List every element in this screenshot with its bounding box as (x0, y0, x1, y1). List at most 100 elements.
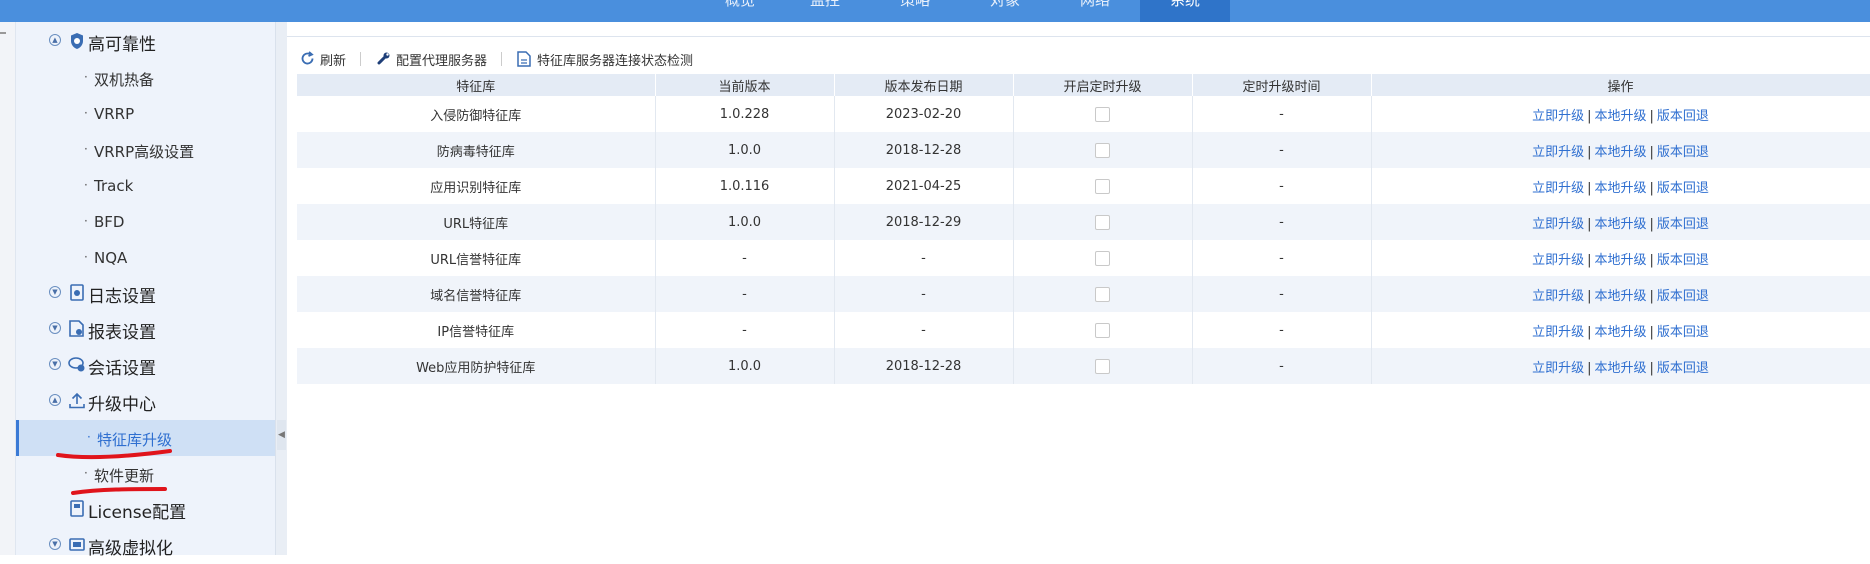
sidebar: ▲ 高可靠性 · 双机热备 · VRRP · VRRP高级设置 · Track … (16, 22, 275, 559)
signature-name-cell: URL特征库 (297, 204, 656, 240)
scheduled-upgrade-checkbox[interactable] (1095, 178, 1110, 194)
refresh-icon (299, 51, 315, 67)
upgrade-now-link[interactable]: 立即升级 (1532, 253, 1584, 268)
actions-cell: 立即升级 | 本地升级 | 版本回退 (1371, 168, 1870, 204)
scheduled-upgrade-checkbox[interactable] (1095, 286, 1110, 302)
scheduled-upgrade-checkbox[interactable] (1095, 106, 1110, 122)
sidebar-splitter[interactable]: ◀ (275, 22, 287, 555)
tab-network[interactable]: 网络 (1060, 0, 1130, 22)
action-separator: | (1587, 144, 1592, 160)
upgrade-now-link[interactable]: 立即升级 (1532, 217, 1584, 232)
scheduled-upgrade-checkbox[interactable] (1095, 214, 1110, 230)
action-separator: | (1649, 216, 1654, 232)
scheduled-upgrade-cell (1013, 132, 1193, 168)
sidebar-item-dual-hot-standby[interactable]: · 双机热备 (16, 60, 275, 96)
sidebar-group-session-settings[interactable]: ▼ 会话设置 (16, 348, 275, 384)
version-rollback-link[interactable]: 版本回退 (1657, 253, 1709, 268)
sidebar-group-label: License配置 (88, 503, 187, 523)
top-nav-bar: 概览 监控 策略 对象 网络 系统 (0, 0, 1870, 22)
version-rollback-link[interactable]: 版本回退 (1657, 289, 1709, 304)
collapse-sidebar-icon[interactable]: ◀ (277, 420, 286, 450)
session-icon (68, 356, 85, 375)
scheduled-upgrade-cell (1013, 240, 1193, 276)
configure-proxy-button[interactable]: 配置代理服务器 (375, 50, 487, 69)
expand-arrow-icon[interactable]: ▼ (49, 538, 61, 550)
tab-object[interactable]: 对象 (970, 0, 1040, 22)
table-row: 防病毒特征库 1.0.0 2018-12-28- 立即升级 | 本地升级 | 版本回退 (297, 132, 1870, 168)
sidebar-group-label: 升级中心 (88, 395, 156, 415)
column-header[interactable]: 特征库 (297, 74, 656, 96)
local-upgrade-link[interactable]: 本地升级 (1594, 325, 1646, 340)
sidebar-group-upgrade-center[interactable]: ▲ 升级中心 (16, 384, 275, 420)
refresh-button[interactable]: 刷新 (299, 50, 346, 69)
sidebar-item-signature-upgrade[interactable]: · 特征库升级 (16, 420, 275, 456)
sidebar-item-software-update[interactable]: · 软件更新 (16, 456, 275, 492)
column-header[interactable]: 定时升级时间 (1192, 74, 1372, 96)
table-header-row: 特征库 当前版本 版本发布日期 开启定时升级 定时升级时间 操作 (297, 74, 1870, 96)
local-upgrade-link[interactable]: 本地升级 (1594, 217, 1646, 232)
sidebar-group-log-settings[interactable]: ▼ 日志设置 (16, 276, 275, 312)
version-rollback-link[interactable]: 版本回退 (1657, 145, 1709, 160)
local-upgrade-link[interactable]: 本地升级 (1594, 181, 1646, 196)
column-header[interactable]: 操作 (1371, 74, 1870, 96)
expand-arrow-icon[interactable]: ▼ (49, 322, 61, 334)
toolbar-divider (501, 52, 503, 66)
local-upgrade-link[interactable]: 本地升级 (1594, 145, 1646, 160)
sidebar-group-license[interactable]: License配置 (16, 492, 275, 528)
sidebar-item-vrrp-advanced[interactable]: · VRRP高级设置 (16, 132, 275, 168)
version-rollback-link[interactable]: 版本回退 (1657, 181, 1709, 196)
current-version-cell: - (655, 276, 835, 312)
signature-name-cell: IP信誉特征库 (297, 312, 656, 348)
tab-system[interactable]: 系统 (1140, 0, 1230, 22)
upgrade-now-link[interactable]: 立即升级 (1532, 361, 1584, 376)
local-upgrade-link[interactable]: 本地升级 (1594, 253, 1646, 268)
scheduled-upgrade-checkbox[interactable] (1095, 142, 1110, 158)
version-rollback-link[interactable]: 版本回退 (1657, 325, 1709, 340)
collapse-arrow-icon[interactable]: ▲ (49, 34, 61, 46)
current-version-cell: 1.0.0 (655, 132, 835, 168)
connection-check-button[interactable]: 特征库服务器连接状态检测 (516, 50, 693, 69)
sidebar-item-nqa[interactable]: · NQA (16, 240, 275, 276)
bullet-dot-icon: · (84, 214, 88, 228)
expand-arrow-icon[interactable]: ▼ (49, 286, 61, 298)
sidebar-item-bfd[interactable]: · BFD (16, 204, 275, 240)
tab-policy[interactable]: 策略 (880, 0, 950, 22)
sidebar-group-report-settings[interactable]: ▼ 报表设置 (16, 312, 275, 348)
toolbar: 刷新 配置代理服务器 特征库服务器连接状态检测 (299, 47, 707, 71)
column-header[interactable]: 开启定时升级 (1013, 74, 1193, 96)
local-upgrade-link[interactable]: 本地升级 (1594, 361, 1646, 376)
scheduled-upgrade-checkbox[interactable] (1095, 322, 1110, 338)
scheduled-upgrade-checkbox[interactable] (1095, 250, 1110, 266)
table-row: 域名信誉特征库 - - - 立即升级 | 本地升级 | 版本回退 (297, 276, 1870, 312)
sidebar-item-track[interactable]: · Track (16, 168, 275, 204)
upgrade-now-link[interactable]: 立即升级 (1532, 181, 1584, 196)
local-upgrade-link[interactable]: 本地升级 (1594, 289, 1646, 304)
table-row: URL信誉特征库 - - - 立即升级 | 本地升级 | 版本回退 (297, 240, 1870, 276)
version-rollback-link[interactable]: 版本回退 (1657, 109, 1709, 124)
upgrade-now-link[interactable]: 立即升级 (1532, 145, 1584, 160)
version-rollback-link[interactable]: 版本回退 (1657, 217, 1709, 232)
upgrade-now-link[interactable]: 立即升级 (1532, 289, 1584, 304)
scheduled-upgrade-cell (1013, 96, 1193, 132)
version-rollback-link[interactable]: 版本回退 (1657, 361, 1709, 376)
upgrade-now-link[interactable]: 立即升级 (1532, 109, 1584, 124)
expand-arrow-icon[interactable]: ▼ (49, 358, 61, 370)
tab-overview[interactable]: 概览 (705, 0, 775, 22)
action-separator: | (1587, 288, 1592, 304)
sidebar-item-vrrp[interactable]: · VRRP (16, 96, 275, 132)
current-version-cell: 1.0.0 (655, 204, 835, 240)
local-upgrade-link[interactable]: 本地升级 (1594, 109, 1646, 124)
scheduled-upgrade-cell (1013, 168, 1193, 204)
sidebar-group-advanced-virtualization[interactable]: ▼ 高级虚拟化 (16, 528, 275, 564)
collapse-arrow-icon[interactable]: ▲ (49, 394, 61, 406)
action-separator: | (1587, 108, 1592, 124)
upgrade-now-link[interactable]: 立即升级 (1532, 325, 1584, 340)
scheduled-upgrade-checkbox[interactable] (1095, 358, 1110, 374)
column-header[interactable]: 当前版本 (655, 74, 835, 96)
column-header[interactable]: 版本发布日期 (834, 74, 1014, 96)
sidebar-group-high-availability[interactable]: ▲ 高可靠性 (16, 24, 275, 60)
log-icon (68, 284, 85, 303)
tab-monitor[interactable]: 监控 (790, 0, 860, 22)
bullet-dot-icon: · (84, 142, 88, 156)
actions-cell: 立即升级 | 本地升级 | 版本回退 (1371, 312, 1870, 348)
